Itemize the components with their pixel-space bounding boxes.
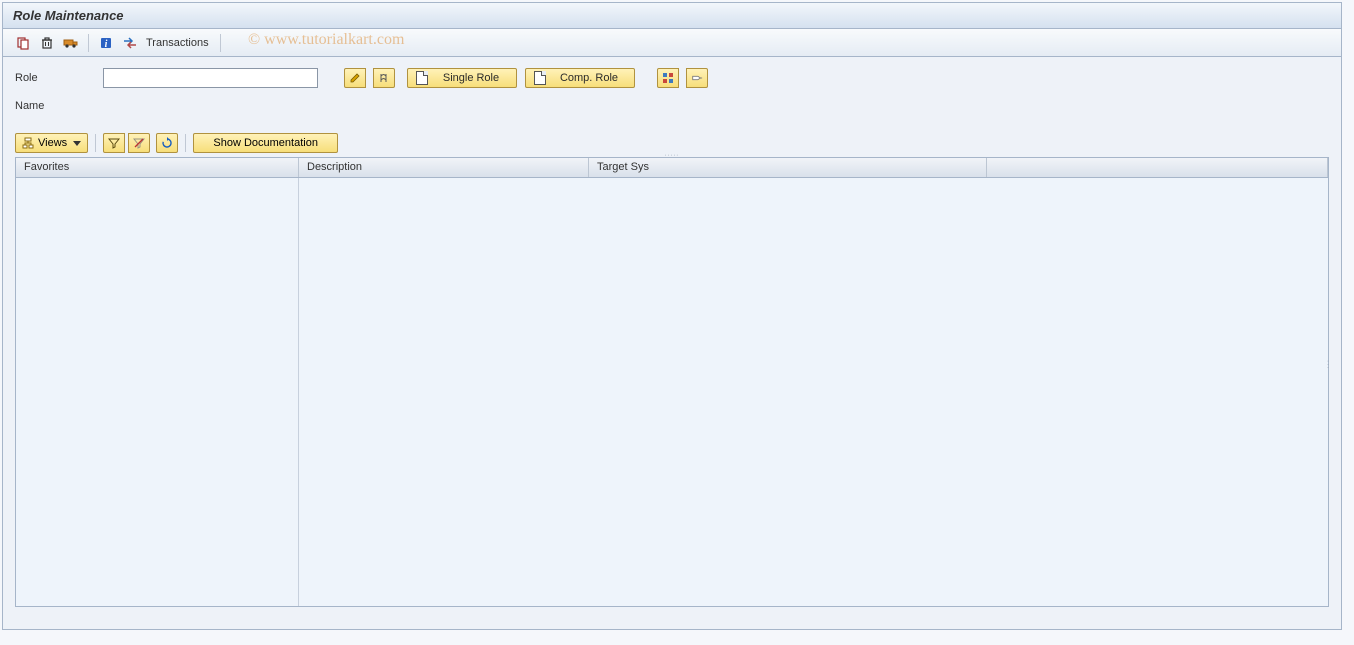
role-row: Role Single Role Comp. Role <box>15 67 1329 89</box>
single-role-button[interactable]: Single Role <box>407 68 517 88</box>
separator <box>185 134 186 152</box>
display-object-button[interactable] <box>657 68 679 88</box>
page-title: Role Maintenance <box>13 8 124 23</box>
copy-icon[interactable] <box>13 33 33 53</box>
refresh-button[interactable] <box>156 133 178 153</box>
check-button[interactable] <box>686 68 708 88</box>
document-icon <box>534 71 546 85</box>
column-favorites[interactable]: Favorites <box>16 158 299 177</box>
column-description[interactable]: Description <box>299 158 589 177</box>
name-row: Name <box>15 95 1329 117</box>
table-header: Favorites Description Target Sys <box>16 158 1328 178</box>
tree-icon <box>22 137 34 149</box>
display-button[interactable] <box>373 68 395 88</box>
views-label: Views <box>38 137 67 149</box>
show-documentation-label: Show Documentation <box>213 137 318 149</box>
vertical-grip-icon[interactable]: ∙∙∙ <box>1324 360 1333 370</box>
filter-button[interactable] <box>103 133 125 153</box>
name-label: Name <box>15 100 95 112</box>
filter-delete-button[interactable] <box>128 133 150 153</box>
separator <box>95 134 96 152</box>
chevron-down-icon <box>73 141 81 146</box>
table-body <box>16 178 1328 606</box>
show-documentation-button[interactable]: Show Documentation <box>193 133 338 153</box>
separator <box>220 34 221 52</box>
column-target-sys[interactable]: Target Sys <box>589 158 987 177</box>
views-dropdown-button[interactable]: Views <box>15 133 88 153</box>
svg-text:i: i <box>105 39 108 50</box>
transactions-icon[interactable] <box>120 33 140 53</box>
document-icon <box>416 71 428 85</box>
role-input[interactable] <box>103 68 318 88</box>
main-window: Role Maintenance i Transactions © www.tu… <box>2 2 1342 630</box>
title-bar: Role Maintenance <box>3 3 1341 29</box>
selection-area: Role Single Role Comp. Role <box>3 57 1341 129</box>
column-spacer <box>987 158 1328 177</box>
watermark-text: © www.tutorialkart.com <box>248 31 404 49</box>
result-table: ∙∙∙∙∙ Favorites Description Target Sys ∙… <box>15 157 1329 607</box>
single-role-label: Single Role <box>434 72 508 84</box>
favorites-column-body <box>16 178 299 606</box>
horizontal-grip-icon[interactable]: ∙∙∙∙∙ <box>665 152 680 159</box>
role-label: Role <box>15 72 95 84</box>
transport-icon[interactable] <box>61 33 81 53</box>
transactions-label[interactable]: Transactions <box>146 37 209 49</box>
separator <box>88 34 89 52</box>
info-icon[interactable]: i <box>96 33 116 53</box>
edit-button[interactable] <box>344 68 366 88</box>
comp-role-label: Comp. Role <box>552 72 626 84</box>
delete-icon[interactable] <box>37 33 57 53</box>
application-toolbar: i Transactions © www.tutorialkart.com <box>3 29 1341 57</box>
comp-role-button[interactable]: Comp. Role <box>525 68 635 88</box>
